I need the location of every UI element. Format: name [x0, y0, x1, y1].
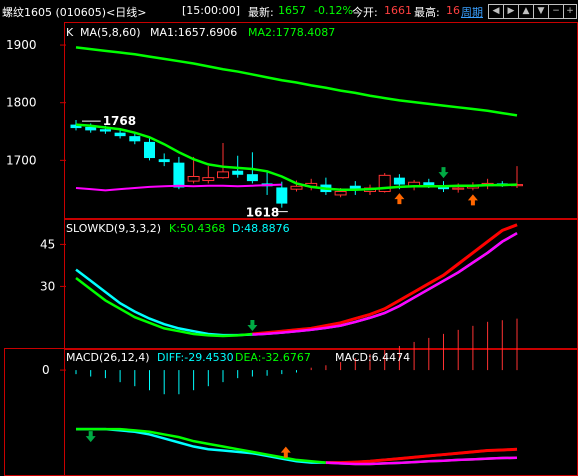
sell-arrow-icon: [85, 431, 96, 443]
candle-body: [334, 190, 347, 196]
down-icon[interactable]: ▼: [533, 4, 549, 19]
open-price-value: 1661: [384, 4, 412, 17]
candle-body: [129, 136, 141, 142]
d-value: D:48.8876: [232, 222, 290, 235]
macd-panel-frame: [4, 348, 578, 476]
candle-body: [144, 141, 155, 159]
buy-arrow-icon: [467, 194, 478, 206]
candle-body: [158, 159, 170, 163]
candle-body: [217, 171, 229, 179]
k-value: K:50.4368: [169, 222, 226, 235]
chart-area[interactable]: 1900 1800 1700 1768 1618 45 30 0: [0, 22, 578, 476]
candle-body: [393, 177, 405, 185]
kd-panel-frame: [64, 219, 578, 350]
candle-body: [232, 170, 244, 175]
ma60-line: [75, 46, 518, 117]
last-price-label: 最新:: [248, 6, 274, 19]
buy-arrow-icon: [280, 446, 291, 458]
candle-body: [114, 132, 126, 137]
price-tick-label: 1900: [6, 38, 37, 52]
candle-body: [246, 174, 258, 182]
candle-body: [452, 187, 465, 190]
candle-body: [276, 187, 288, 204]
high-marker-label: 1768: [103, 114, 136, 128]
candle-body: [202, 177, 215, 182]
prev-icon[interactable]: ◀: [488, 4, 504, 19]
last-price-value: 1657: [278, 4, 306, 17]
up-icon[interactable]: ▲: [518, 4, 534, 19]
ma1-value: MA1:1657.6906: [150, 26, 238, 39]
price-panel: 1900 1800 1700 1768 1618: [6, 38, 523, 220]
macd-panel: 0: [42, 318, 518, 466]
sell-arrow-icon: [438, 167, 449, 179]
zoom-in-icon[interactable]: +: [563, 4, 577, 19]
buy-arrow-icon: [394, 193, 405, 205]
next-icon[interactable]: ▶: [503, 4, 519, 19]
zoom-out-icon[interactable]: −: [548, 4, 564, 19]
candle-body: [290, 185, 303, 190]
ma-label: MA(5,8,60): [80, 26, 141, 39]
diff-line: [76, 427, 518, 464]
ma2-value: MA2:1778.4087: [248, 26, 336, 39]
low-marker-label: 1618: [246, 206, 279, 220]
macd-label: MACD(26,12,4): [66, 351, 150, 364]
candle-body: [99, 129, 111, 132]
k-line: [75, 223, 518, 338]
dea-value: DEA:-32.6767: [235, 351, 311, 364]
macd-tick-label: 0: [42, 363, 50, 377]
title-bar: 螺纹1605 (010605)<日线> [15:00:00] 最新: 1657 …: [0, 0, 578, 22]
kd-label: SLOWKD(9,3,3,2): [66, 222, 162, 235]
sell-arrow-icon: [247, 320, 258, 331]
kd-tick-label: 30: [40, 279, 55, 293]
macd-value: MACD:6.4474: [335, 351, 411, 364]
change-percent: -0.12%: [314, 4, 353, 17]
time-label: [15:00:00]: [182, 4, 240, 17]
kd-tick-label: 45: [40, 237, 55, 251]
open-price-label: 今开:: [352, 6, 378, 19]
high-price-label: 最高:: [414, 6, 440, 19]
candle-body: [173, 162, 185, 188]
period-link[interactable]: 周期: [461, 4, 483, 20]
k-line-rising: [252, 223, 518, 336]
diff-value: DIFF:-29.4530: [157, 351, 234, 364]
price-tick-label: 1800: [6, 96, 37, 110]
contract-title: 螺纹1605 (010605)<日线>: [2, 6, 147, 19]
kd-panel: 45 30: [40, 223, 518, 338]
price-tick-label: 1700: [6, 153, 37, 167]
price-indicator-label: K: [66, 26, 74, 39]
high-price-value: 16: [446, 4, 460, 17]
ma8-line: [75, 123, 518, 192]
candle-body: [187, 175, 200, 182]
